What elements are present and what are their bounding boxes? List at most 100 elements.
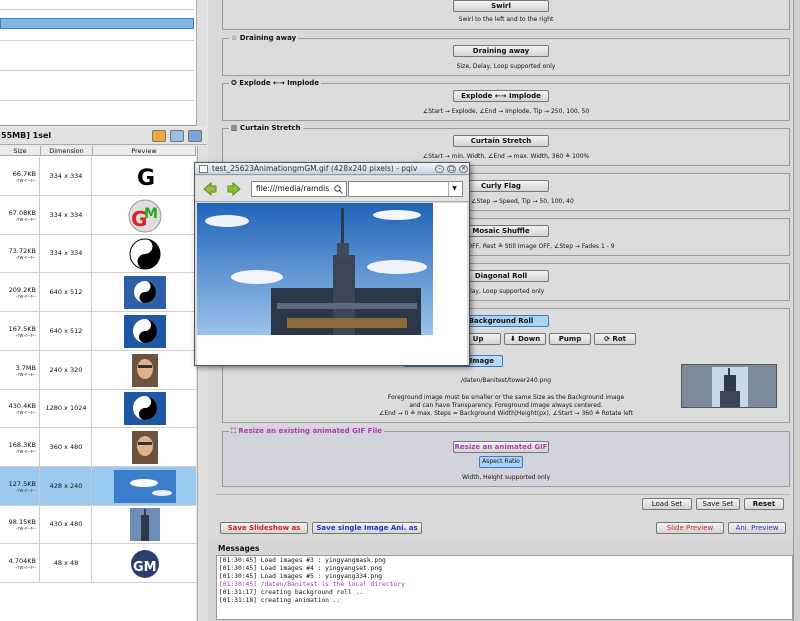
dimension-cell: 640 x 512 <box>41 273 92 313</box>
svg-text:M: M <box>144 206 158 222</box>
preview-cell: GM <box>93 544 196 583</box>
list-divider <box>0 9 194 10</box>
table-row[interactable]: 4.704KB -rw-r--r-- 48 x 48 GM <box>0 544 196 583</box>
explode-button[interactable]: Explode ←→ Implode <box>453 90 549 102</box>
swirl-section: Swirl Swirl to the left and to the right <box>222 0 790 30</box>
viewer-titlebar[interactable]: test_25623AnimationgmGM.gif (428x240 pix… <box>195 163 469 175</box>
main-scrollbar[interactable] <box>793 0 800 621</box>
url-field[interactable]: file:///media/ramdis <box>251 181 347 197</box>
maximize-icon[interactable]: □ <box>447 165 456 173</box>
table-row[interactable]: 168.3KB -rw-r--r-- 360 x 480 <box>0 427 196 467</box>
thumbnail-image <box>131 353 159 388</box>
tower-preview-image <box>712 367 748 407</box>
reset-button[interactable]: Reset <box>744 498 784 510</box>
dimension-cell: 334 x 334 <box>41 234 92 274</box>
file-permissions: -rw-r--r-- <box>15 565 36 571</box>
file-table: Size Dimension Preview 66.7KB -rw-r--r-- 3… <box>0 146 196 621</box>
file-size: 209.2KB <box>8 286 36 295</box>
size-cell: 73.72KB -rw-r--r-- <box>0 234 40 274</box>
curtain-section: ▥ Curtain Stretch Curtain Stretch ∠Start… <box>222 124 790 166</box>
table-row[interactable]: 66.7KB -rw-r--r-- 334 x 334 G <box>0 157 196 196</box>
preview-cell: G <box>93 157 196 196</box>
thumbnail-image <box>113 469 176 504</box>
ani-preview-button[interactable]: Ani. Preview <box>728 522 786 534</box>
selected-directory-row[interactable] <box>0 18 194 29</box>
table-row[interactable]: 73.72KB -rw-r--r-- 334 x 334 <box>0 234 196 274</box>
column-header-size[interactable]: Size <box>0 146 41 156</box>
directory-scrollbar[interactable] <box>196 0 207 126</box>
preview-cell <box>93 389 196 428</box>
column-header-dimension[interactable]: Dimension <box>41 146 93 156</box>
folder-icon[interactable] <box>152 130 166 142</box>
resize-title: ⛶ Resize an existing animated GIF File <box>229 427 385 436</box>
size-cell: 4.704KB -rw-r--r-- <box>0 544 40 583</box>
app-icon <box>199 165 208 173</box>
back-arrow-icon[interactable] <box>203 182 217 196</box>
directory-list[interactable] <box>0 0 196 126</box>
dimension-cell: 640 x 512 <box>41 311 92 351</box>
save-set-button[interactable]: Save Set <box>696 498 740 510</box>
log-line: [01:30:45] /daten/Banitest is the local … <box>219 581 405 588</box>
table-row[interactable]: 127.5KB -rw-r--r-- 428 x 240 <box>0 466 196 506</box>
explode-section: ✪ Explode ←→ Implode Explode ←→ Implode … <box>222 79 790 121</box>
swirl-button[interactable]: Swirl <box>453 0 549 12</box>
rotate-button[interactable]: ⟳ Rot <box>594 333 636 345</box>
column-header-preview[interactable]: Preview <box>93 146 196 156</box>
swirl-info: Swirl to the left and to the right <box>458 16 554 23</box>
svg-text:GM: GM <box>133 560 157 575</box>
preview-cell <box>93 351 196 390</box>
minimize-icon[interactable]: – <box>435 165 444 173</box>
history-dropdown[interactable]: ▼ <box>348 181 463 197</box>
thumbnail-image: GM <box>125 198 165 233</box>
pump-button[interactable]: Pump <box>549 333 591 345</box>
forward-arrow-icon[interactable] <box>227 182 241 196</box>
file-size: 73.72KB <box>8 247 36 256</box>
file-permissions: -rw-r--r-- <box>15 178 36 184</box>
file-status-bar: 55MB] 1sel <box>0 128 207 145</box>
background-info-3: ∠End → 0 ≙ max. Steps = Background Width… <box>378 410 634 417</box>
table-row[interactable]: 167.5KB -rw-r--r-- 640 x 512 <box>0 311 196 351</box>
curtain-button[interactable]: Curtain Stretch <box>453 135 549 147</box>
save-single-image-button[interactable]: Save single Image Ani. as <box>312 522 422 534</box>
dimension-cell: 240 x 320 <box>41 350 92 390</box>
messages-log[interactable]: [01:30:45] Load images #3 : yingyangmask… <box>216 555 793 620</box>
chevron-down-icon[interactable]: ▼ <box>448 182 460 196</box>
messages-panel: Messages [01:30:45] Load images #3 : yin… <box>214 544 794 621</box>
dimension-cell: 1280 x 1024 <box>41 389 92 429</box>
table-row[interactable]: 209.2KB -rw-r--r-- 640 x 512 <box>0 273 196 313</box>
file-permissions: -rw-r--r-- <box>15 294 36 301</box>
file-size: 4.704KB <box>8 557 36 565</box>
table-row[interactable]: 430.4KB -rw-r--r-- 1280 x 1024 <box>0 389 196 429</box>
file-size: 98.15KB <box>8 518 36 527</box>
image-view-icon[interactable] <box>170 130 184 142</box>
slide-preview-button[interactable]: Slide Preview <box>656 522 724 534</box>
preview-cell <box>93 312 196 351</box>
table-row[interactable]: 67.08KB -rw-r--r-- 334 x 334 G M <box>0 195 196 235</box>
resize-gif-button[interactable]: Resize an animated GIF <box>453 441 549 453</box>
dimension-cell: 334 x 334 <box>41 157 92 196</box>
load-set-button[interactable]: Load Set <box>642 498 692 510</box>
close-icon[interactable]: × <box>459 165 468 173</box>
thumbnail-image <box>122 314 168 349</box>
preview-cell <box>93 467 196 506</box>
image-viewer-window[interactable]: test_25623AnimationgmGM.gif (428x240 pix… <box>194 162 470 366</box>
save-slideshow-button[interactable]: Save Slideshow as <box>220 522 308 534</box>
thumbnail-image <box>125 236 165 271</box>
draining-section: ☆ Draining away Draining away Size, Dela… <box>222 34 790 76</box>
tower-photo <box>197 203 433 335</box>
draining-button[interactable]: Draining away <box>453 45 549 57</box>
draining-title: ☆ Draining away <box>229 34 299 42</box>
direction-down-button[interactable]: ⬇ Down <box>504 333 546 345</box>
file-size: 430.4KB <box>8 402 36 411</box>
file-permissions: -rw-r--r-- <box>15 410 36 417</box>
size-cell: 3.7MB -rw-r--r-- <box>0 350 40 390</box>
file-permissions: -rw-r--r-- <box>15 255 36 262</box>
log-line: [01:30:45] Load images #3 : yingyangmask… <box>219 557 386 564</box>
table-row[interactable]: 98.15KB -rw-r--r-- 430 x 480 <box>0 505 196 545</box>
file-permissions: -rw-r--r-- <box>15 332 36 339</box>
table-row[interactable]: 3.7MB -rw-r--r-- 240 x 320 <box>0 350 196 390</box>
preview-cell <box>93 428 196 467</box>
globe-icon[interactable] <box>188 130 202 142</box>
preview-cell <box>93 234 196 273</box>
aspect-ratio-toggle[interactable]: Aspect Ratio <box>479 456 523 468</box>
